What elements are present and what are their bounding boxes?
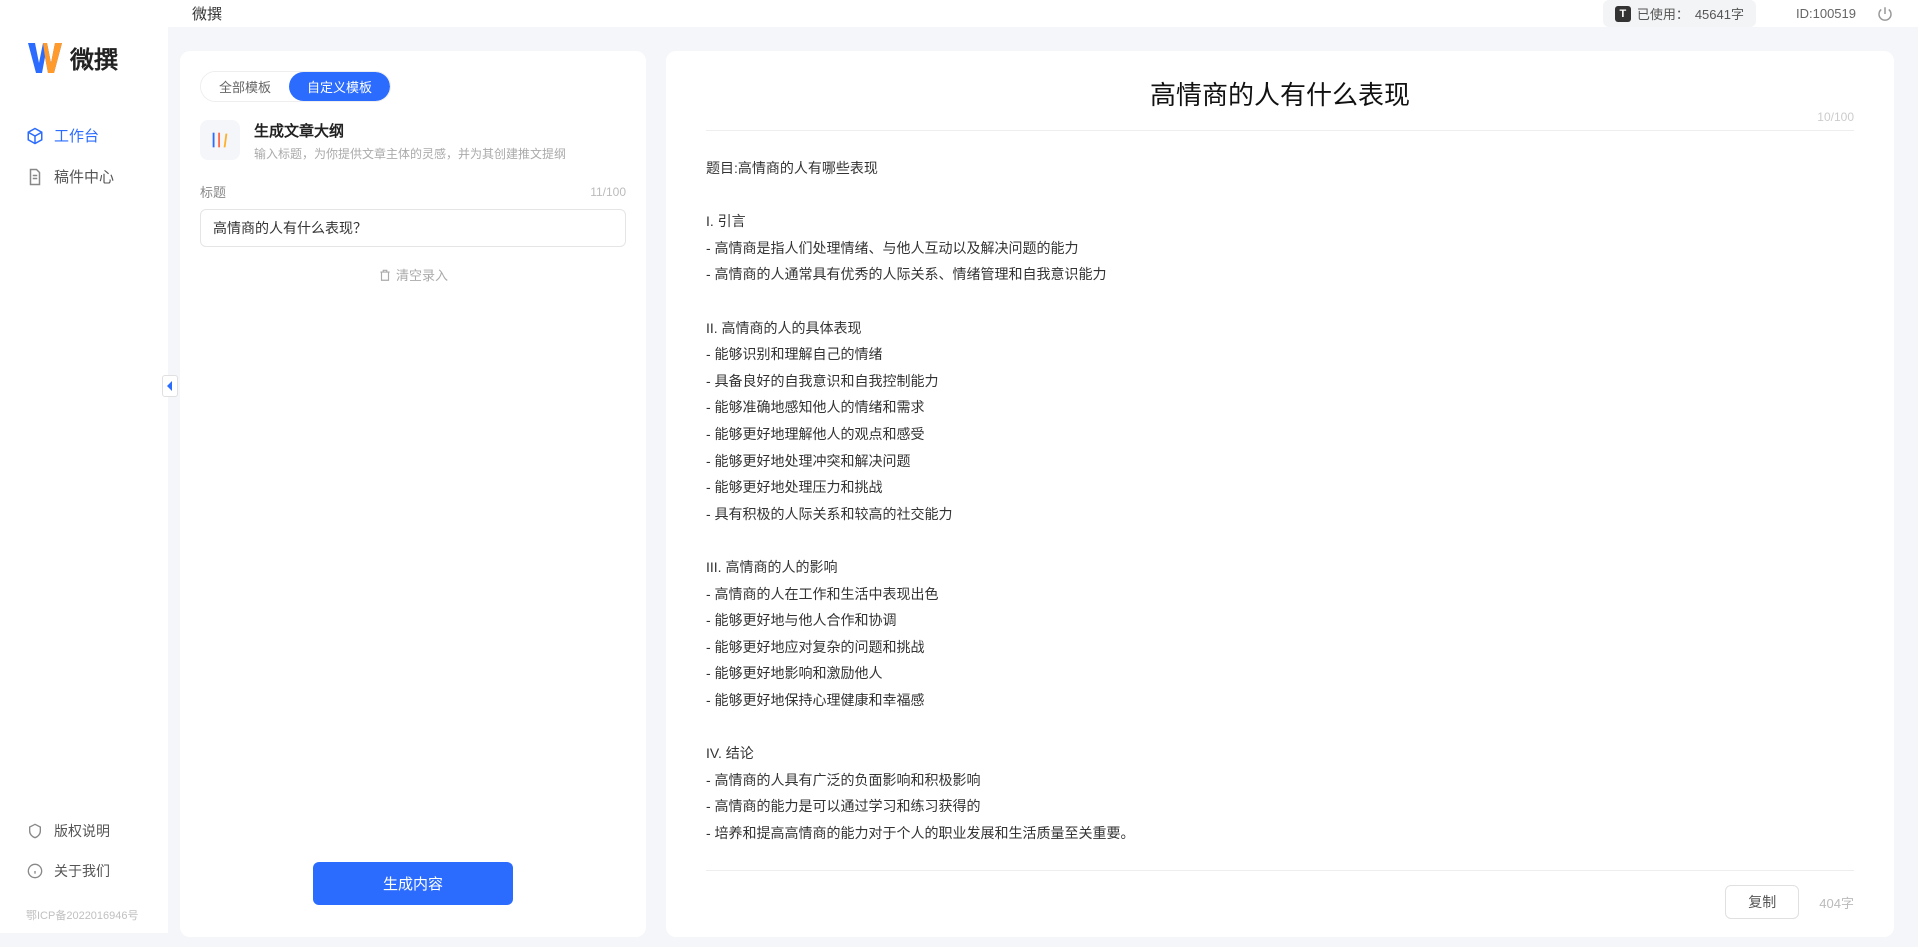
- nav-label: 版权说明: [54, 821, 110, 841]
- info-icon: [26, 862, 44, 880]
- document-body[interactable]: 题目:高情商的人有哪些表现 I. 引言 - 高情商是指人们处理情绪、与他人互动以…: [706, 131, 1854, 870]
- clear-input-button[interactable]: 清空录入: [200, 265, 626, 284]
- nav-label: 关于我们: [54, 861, 110, 881]
- copy-button[interactable]: 复制: [1725, 885, 1799, 919]
- template-title: 生成文章大纲: [254, 120, 566, 141]
- tab-all-templates[interactable]: 全部模板: [201, 72, 289, 101]
- usage-value: 45641字: [1695, 4, 1744, 23]
- template-tabs: 全部模板 自定义模板: [200, 71, 391, 102]
- brand-name: 微撰: [70, 40, 118, 75]
- title-field-label: 标题: [200, 182, 226, 201]
- nav-label: 工作台: [54, 125, 99, 146]
- clear-label: 清空录入: [396, 265, 448, 284]
- shield-icon: [26, 822, 44, 840]
- icp-text: 鄂ICP备2022016946号: [0, 901, 168, 933]
- nav-item-about[interactable]: 关于我们: [0, 851, 168, 891]
- account-id: ID:100519: [1796, 6, 1856, 21]
- text-icon: T: [1615, 6, 1631, 22]
- cube-icon: [26, 127, 44, 145]
- output-panel: 高情商的人有什么表现 10/100 题目:高情商的人有哪些表现 I. 引言 - …: [666, 51, 1894, 937]
- template-icon: [200, 120, 240, 160]
- word-count: 404字: [1819, 893, 1854, 912]
- generate-button[interactable]: 生成内容: [313, 862, 513, 905]
- main-nav: 工作台 稿件中心: [0, 105, 168, 811]
- nav-item-copyright[interactable]: 版权说明: [0, 811, 168, 851]
- bottom-nav: 版权说明 关于我们: [0, 811, 168, 901]
- nav-label: 稿件中心: [54, 166, 114, 187]
- page-title: 微撰: [192, 3, 222, 24]
- chevron-left-icon: [166, 381, 174, 391]
- usage-label: 已使用：: [1637, 4, 1689, 23]
- tab-custom-templates[interactable]: 自定义模板: [289, 72, 390, 101]
- power-icon[interactable]: [1876, 5, 1894, 23]
- title-input[interactable]: [200, 209, 626, 247]
- title-char-count-output: 10/100: [1817, 110, 1854, 124]
- brand-logo: 微撰: [0, 0, 168, 105]
- nav-item-workbench[interactable]: 工作台: [0, 115, 168, 156]
- input-panel: 全部模板 自定义模板 生成文章大纲 输入标题，为你提供文章主体的灵感，并为其创建…: [180, 51, 646, 937]
- title-char-count: 11/100: [590, 185, 626, 199]
- sidebar-collapse-button[interactable]: [162, 375, 178, 397]
- trash-icon: [378, 268, 392, 282]
- template-card: 生成文章大纲 输入标题，为你提供文章主体的灵感，并为其创建推文提纲: [180, 120, 646, 182]
- template-description: 输入标题，为你提供文章主体的灵感，并为其创建推文提纲: [254, 145, 566, 162]
- logo-icon: [28, 43, 62, 73]
- document-icon: [26, 168, 44, 186]
- topbar: 微撰 T 已使用： 45641字 ID:100519: [168, 0, 1918, 27]
- usage-badge: T 已使用： 45641字: [1603, 0, 1756, 27]
- nav-item-drafts[interactable]: 稿件中心: [0, 156, 168, 197]
- document-title: 高情商的人有什么表现: [706, 75, 1854, 112]
- sidebar: 微撰 工作台 稿件中心 版权说明: [0, 0, 168, 933]
